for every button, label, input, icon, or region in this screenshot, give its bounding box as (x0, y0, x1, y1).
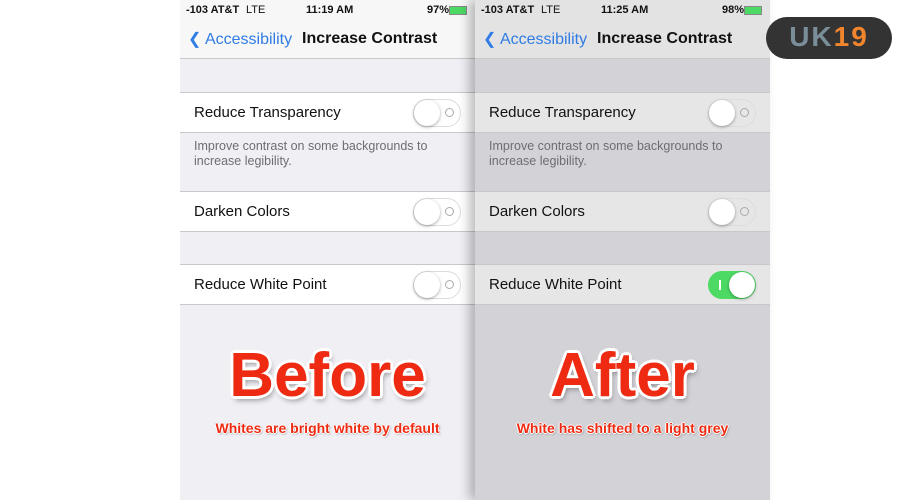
setting-label: Reduce White Point (489, 276, 622, 293)
network-type: LTE (246, 4, 266, 16)
before-screenshot: -103 AT&T LTE 11:19 AM 97% ❮ Accessibili… (180, 0, 475, 500)
page-title: Increase Contrast (302, 30, 438, 47)
toggle-switch[interactable] (413, 271, 461, 299)
setting-description: Improve contrast on some backgrounds to … (489, 139, 723, 168)
setting-label: Reduce Transparency (489, 104, 636, 121)
status-bar: -103 AT&T LTE 11:25 AM 98% (475, 0, 770, 20)
toggle-switch[interactable] (413, 99, 461, 127)
toggle-switch[interactable] (708, 271, 756, 299)
nav-bar: ❮ Accessibility Increase Contrast (180, 20, 475, 59)
subcaption: White has shifted to a light grey (516, 420, 729, 436)
back-label: Accessibility (204, 31, 293, 48)
page-title: Increase Contrast (597, 30, 733, 47)
setting-label: Reduce White Point (194, 276, 327, 293)
nav-bar: ❮ Accessibility Increase Contrast (475, 20, 770, 59)
setting-reduce-white-point: Reduce White Point (475, 264, 770, 305)
setting-label: Darken Colors (489, 203, 585, 220)
caption: Before (229, 341, 426, 410)
setting-label: Reduce Transparency (194, 104, 341, 121)
carrier: -103 AT&T (186, 4, 240, 16)
setting-darken-colors: Darken Colors (475, 191, 770, 232)
setting-description: Improve contrast on some backgrounds to … (194, 139, 428, 168)
battery-percent: 98% (721, 4, 744, 16)
clock: 11:19 AM (306, 4, 354, 16)
subcaption: Whites are bright white by default (215, 420, 440, 436)
status-bar: -103 AT&T LTE 11:19 AM 97% (180, 0, 475, 20)
caption: After (550, 341, 695, 410)
toggle-switch[interactable] (708, 198, 756, 226)
carrier: -103 AT&T (481, 4, 535, 16)
back-button[interactable]: ❮ Accessibility (483, 29, 587, 49)
back-label: Accessibility (499, 31, 588, 48)
clock: 11:25 AM (601, 4, 649, 16)
setting-label: Darken Colors (194, 203, 290, 220)
after-screenshot: -103 AT&T LTE 11:25 AM 98% ❮ Accessibili… (475, 0, 770, 500)
battery-icon (744, 6, 762, 15)
setting-darken-colors: Darken Colors (180, 191, 475, 232)
setting-reduce-white-point: Reduce White Point (180, 264, 475, 305)
battery-icon (449, 6, 467, 15)
battery-percent: 97% (426, 4, 449, 16)
network-type: LTE (541, 4, 561, 16)
logo: UK19 (766, 17, 892, 59)
toggle-switch[interactable] (708, 99, 756, 127)
back-button[interactable]: ❮ Accessibility (188, 29, 292, 49)
toggle-switch[interactable] (413, 198, 461, 226)
setting-reduce-transparency: Reduce Transparency (475, 92, 770, 133)
setting-reduce-transparency: Reduce Transparency (180, 92, 475, 133)
